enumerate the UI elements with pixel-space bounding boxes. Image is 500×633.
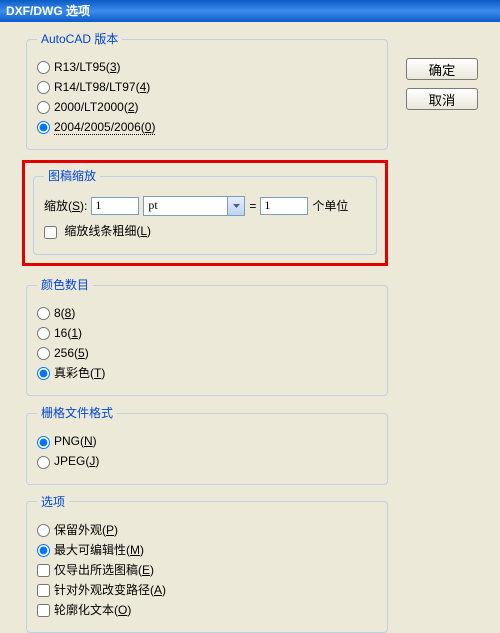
options-check-label[interactable]: 针对外观改变路径(A) <box>37 583 166 597</box>
scale-lineweights-row: 缩放线条粗细(L) <box>44 224 366 239</box>
scale-group: 图稿缩放 缩放(S): pt = 个单位 缩放线条粗细(L) <box>33 169 377 254</box>
options-group: 选项 保留外观(P) 最大可编辑性(M) 仅导出所选图稿(E) 针对外观改变路径(A)… <box>26 495 388 633</box>
options-radio-label[interactable]: 保留外观(P) <box>37 523 118 537</box>
options-check-checkbox[interactable] <box>37 584 50 597</box>
autocad-option-radio[interactable] <box>37 81 50 94</box>
autocad-option: R13/LT95(3) <box>37 59 377 74</box>
colors-option: 8(8) <box>37 305 377 320</box>
options-check-checkbox[interactable] <box>37 564 50 577</box>
colors-option-radio[interactable] <box>37 307 50 320</box>
colors-option: 真彩色(T) <box>37 365 377 380</box>
options-legend: 选项 <box>37 495 69 509</box>
scale-row: 缩放(S): pt = 个单位 <box>44 196 366 216</box>
unit-combo-value: pt <box>148 198 157 213</box>
autocad-option: R14/LT98/LT97(4) <box>37 79 377 94</box>
autocad-option-label[interactable]: R13/LT95(3) <box>37 60 121 74</box>
client-area: 确定 取消 AutoCAD 版本 R13/LT95(3) R14/LT98/LT9… <box>0 22 500 633</box>
autocad-option: 2000/LT2000(2) <box>37 99 377 114</box>
options-radio-radio[interactable] <box>37 544 50 557</box>
window-title: DXF/DWG 选项 <box>6 4 90 18</box>
unit-text: 个单位 <box>312 199 348 213</box>
chevron-down-icon <box>227 197 244 215</box>
raster-group: 栅格文件格式 PNG(N) JPEG(J) <box>26 406 388 484</box>
options-check-label[interactable]: 仅导出所选图稿(E) <box>37 563 154 577</box>
colors-legend: 颜色数目 <box>37 278 93 292</box>
colors-option: 16(1) <box>37 325 377 340</box>
raster-legend: 栅格文件格式 <box>37 406 117 420</box>
autocad-option-label[interactable]: R14/LT98/LT97(4) <box>37 80 150 94</box>
autocad-option-label[interactable]: 2004/2005/2006(0) <box>37 120 155 134</box>
raster-option: PNG(N) <box>37 434 377 449</box>
highlight-box: 图稿缩放 缩放(S): pt = 个单位 缩放线条粗细(L) <box>22 160 388 265</box>
button-column: 确定 取消 <box>406 58 478 110</box>
raster-option-radio[interactable] <box>37 456 50 469</box>
scale-input-2[interactable] <box>260 197 308 215</box>
scale-legend: 图稿缩放 <box>44 169 100 183</box>
colors-option-radio[interactable] <box>37 327 50 340</box>
colors-option-label[interactable]: 16(1) <box>37 326 82 340</box>
options-check: 针对外观改变路径(A) <box>37 582 377 597</box>
autocad-option-radio[interactable] <box>37 101 50 114</box>
colors-option-label[interactable]: 8(8) <box>37 306 75 320</box>
autocad-option: 2004/2005/2006(0) <box>37 119 377 134</box>
options-radio: 保留外观(P) <box>37 522 377 537</box>
options-radio-label[interactable]: 最大可编辑性(M) <box>37 543 144 557</box>
colors-option-label[interactable]: 真彩色(T) <box>37 366 105 380</box>
scale-input[interactable] <box>91 197 139 215</box>
raster-option-label[interactable]: PNG(N) <box>37 434 97 448</box>
raster-option-label[interactable]: JPEG(J) <box>37 454 99 468</box>
autocad-version-group: AutoCAD 版本 R13/LT95(3) R14/LT98/LT97(4) 20… <box>26 32 388 150</box>
ok-button[interactable]: 确定 <box>406 58 478 80</box>
colors-option-radio[interactable] <box>37 367 50 380</box>
colors-option-radio[interactable] <box>37 347 50 360</box>
raster-option-radio[interactable] <box>37 436 50 449</box>
unit-combo[interactable]: pt <box>143 196 245 216</box>
options-check: 仅导出所选图稿(E) <box>37 562 377 577</box>
scale-lineweights-check[interactable]: 缩放线条粗细(L) <box>44 224 151 238</box>
autocad-option-radio[interactable] <box>37 121 50 134</box>
colors-group: 颜色数目 8(8) 16(1) 256(5) 真彩色(T) <box>26 278 388 396</box>
autocad-option-label[interactable]: 2000/LT2000(2) <box>37 100 139 114</box>
colors-option: 256(5) <box>37 345 377 360</box>
scale-lineweights-checkbox[interactable] <box>44 226 57 239</box>
equals-label: = <box>249 199 256 213</box>
options-radio: 最大可编辑性(M) <box>37 542 377 557</box>
colors-option-label[interactable]: 256(5) <box>37 346 89 360</box>
options-check: 轮廓化文本(O) <box>37 602 377 617</box>
options-check-label[interactable]: 轮廓化文本(O) <box>37 603 131 617</box>
titlebar: DXF/DWG 选项 <box>0 0 500 22</box>
options-radio-radio[interactable] <box>37 524 50 537</box>
raster-option: JPEG(J) <box>37 454 377 469</box>
scale-label: 缩放(S): <box>44 199 87 213</box>
autocad-option-radio[interactable] <box>37 61 50 74</box>
options-check-checkbox[interactable] <box>37 604 50 617</box>
cancel-button[interactable]: 取消 <box>406 88 478 110</box>
autocad-legend: AutoCAD 版本 <box>37 32 122 46</box>
